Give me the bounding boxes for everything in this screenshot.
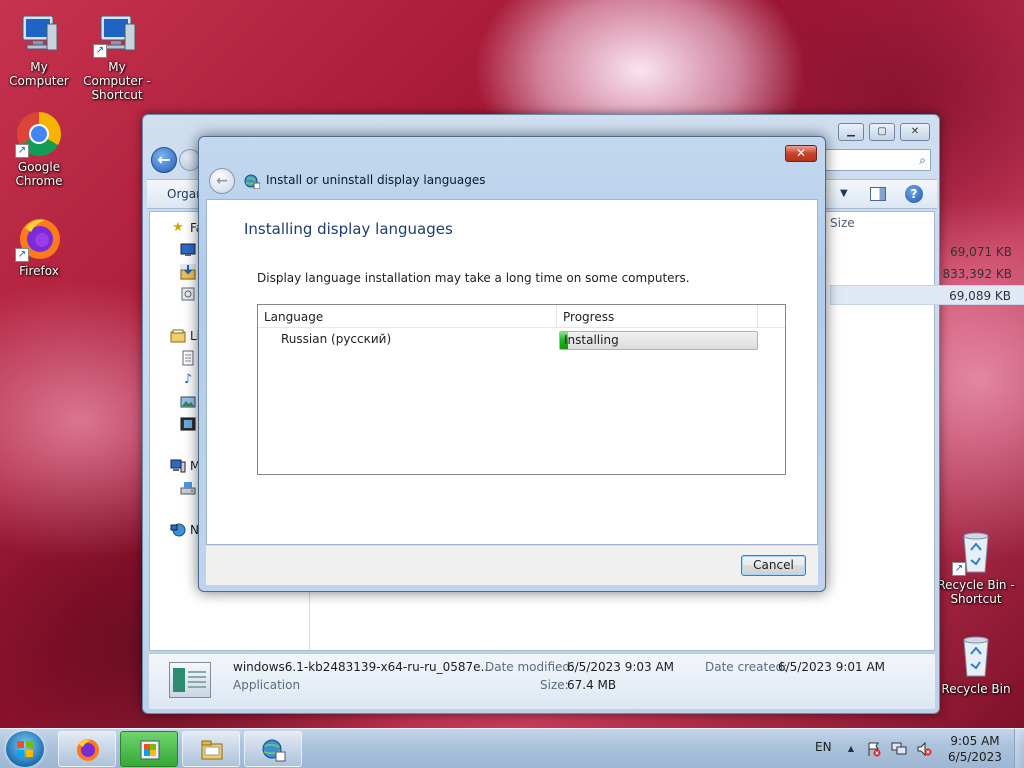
dialog-footer: Cancel xyxy=(206,545,818,585)
local-disk-icon[interactable] xyxy=(180,480,196,496)
installer-icon xyxy=(138,738,162,762)
maximize-button[interactable]: ▢ xyxy=(869,123,895,141)
chrome-icon: ↗ xyxy=(15,110,63,158)
taskbar-windows-update-installer[interactable] xyxy=(120,731,178,767)
folder-icon xyxy=(200,738,224,762)
taskbar: EN ▲ 9:05 AM 6/5/2023 xyxy=(0,728,1024,768)
desktop-icon-label: My Computer xyxy=(9,60,69,88)
details-pane: windows6.1-kb2483139-x64-ru-ru_0587e... … xyxy=(149,653,935,709)
firefox-icon xyxy=(76,738,100,762)
clock-date[interactable]: 6/5/2023 xyxy=(945,750,1005,764)
computer-icon xyxy=(15,10,63,58)
recycle-bin-icon xyxy=(952,632,1000,680)
shortcut-arrow-icon: ↗ xyxy=(952,562,966,576)
page-description: Display language installation may take a… xyxy=(257,271,690,285)
details-file-name: windows6.1-kb2483139-x64-ru-ru_0587e... xyxy=(233,660,493,674)
taskbar-firefox[interactable] xyxy=(58,731,116,767)
details-date-modified-label: Date modified: xyxy=(485,660,575,674)
details-date-created-value: 6/5/2023 9:01 AM xyxy=(778,660,886,674)
search-icon: ⌕ xyxy=(919,153,926,167)
start-button[interactable] xyxy=(6,731,44,767)
pictures-icon[interactable] xyxy=(180,394,196,410)
desktop-icon-label: Google Chrome xyxy=(15,160,63,188)
videos-icon[interactable] xyxy=(180,416,196,432)
details-size-label: Size: xyxy=(540,678,569,692)
file-size-cell-selected[interactable]: 69,089 KB xyxy=(830,285,1024,305)
column-header-size[interactable]: Size xyxy=(830,216,855,230)
back-button[interactable]: ← xyxy=(151,147,177,173)
language-progress-table: Language Progress Russian (русский) Inst… xyxy=(257,304,786,475)
firefox-icon: ↗ xyxy=(15,214,63,262)
action-center-flag-icon[interactable] xyxy=(866,741,882,757)
desktop-icon-label: Recycle Bin xyxy=(941,682,1011,696)
recent-places-icon[interactable] xyxy=(180,286,196,302)
desktop-icon[interactable] xyxy=(180,242,196,258)
desktop-icon-label: My Computer - Shortcut xyxy=(83,60,151,102)
file-size-cell[interactable]: 69,071 KB xyxy=(830,242,1024,262)
music-icon[interactable]: ♪ xyxy=(180,372,196,388)
table-header: Language Progress xyxy=(258,305,785,328)
favorites-star-icon[interactable]: ★ xyxy=(170,220,186,236)
taskbar-explorer[interactable] xyxy=(182,731,240,767)
shortcut-arrow-icon: ↗ xyxy=(15,144,29,158)
details-size-value: 67.4 MB xyxy=(567,678,617,692)
progress-status: Installing xyxy=(564,333,619,347)
file-size-cell[interactable]: 833,392 KB xyxy=(830,264,1024,284)
network-icon[interactable] xyxy=(170,522,186,538)
input-language-indicator[interactable]: EN xyxy=(815,740,832,754)
search-input[interactable]: ⌕ xyxy=(825,149,931,171)
cancel-button[interactable]: Cancel xyxy=(741,555,806,576)
preview-pane-icon[interactable] xyxy=(870,187,886,201)
page-heading: Installing display languages xyxy=(244,220,453,238)
close-button[interactable]: ✕ xyxy=(900,123,930,141)
libraries-icon[interactable] xyxy=(170,328,186,344)
details-file-type: Application xyxy=(233,678,301,692)
globe-settings-icon xyxy=(262,738,286,762)
desktop-icon-google-chrome[interactable]: ↗ Google Chrome xyxy=(0,110,78,188)
desktop-icon-my-computer-shortcut[interactable]: ↗ My Computer - Shortcut xyxy=(78,10,156,102)
documents-icon[interactable] xyxy=(180,350,196,366)
computer-icon: ↗ xyxy=(93,10,141,58)
shortcut-arrow-icon: ↗ xyxy=(93,44,107,58)
column-header-language[interactable]: Language xyxy=(258,305,557,328)
taskbar-language-installer[interactable] xyxy=(244,731,302,767)
show-hidden-icons-icon[interactable]: ▲ xyxy=(843,741,859,757)
show-desktop-button[interactable] xyxy=(1014,729,1024,768)
minimize-button[interactable]: ▁ xyxy=(838,123,864,141)
language-name: Russian (русский) xyxy=(281,332,392,346)
details-date-created-label: Date created: xyxy=(705,660,788,674)
volume-muted-icon[interactable] xyxy=(916,741,932,757)
details-date-modified-value: 6/5/2023 9:03 AM xyxy=(567,660,675,674)
desktop-icon-recycle-bin[interactable]: Recycle Bin xyxy=(936,632,1016,696)
desktop-icon-label: Firefox xyxy=(19,264,59,278)
install-progress-bar: Installing xyxy=(559,331,758,350)
desktop-icon-label: Recycle Bin - Shortcut xyxy=(937,578,1015,606)
application-file-icon xyxy=(169,662,211,698)
dialog-back-button[interactable]: ← xyxy=(209,168,235,194)
network-status-icon[interactable] xyxy=(891,741,907,757)
computer-icon[interactable] xyxy=(170,458,186,474)
shortcut-arrow-icon: ↗ xyxy=(15,248,29,262)
recycle-bin-icon: ↗ xyxy=(952,528,1000,576)
help-icon[interactable]: ? xyxy=(905,185,923,203)
install-languages-dialog: ✕ ← Install or uninstall display languag… xyxy=(198,136,826,592)
globe-settings-icon xyxy=(244,173,261,190)
clock-time[interactable]: 9:05 AM xyxy=(945,734,1005,748)
view-dropdown-icon[interactable]: ▼ xyxy=(840,188,848,199)
dialog-title: Install or uninstall display languages xyxy=(266,173,486,187)
downloads-icon[interactable] xyxy=(180,264,196,280)
dialog-close-button[interactable]: ✕ xyxy=(785,145,817,162)
desktop-icon-recycle-bin-shortcut[interactable]: ↗ Recycle Bin - Shortcut xyxy=(936,528,1016,606)
desktop-icon-firefox[interactable]: ↗ Firefox xyxy=(0,214,78,278)
dialog-content: Installing display languages Display lan… xyxy=(206,199,818,545)
column-header-progress[interactable]: Progress xyxy=(557,305,758,328)
desktop-icon-my-computer[interactable]: My Computer xyxy=(0,10,78,88)
